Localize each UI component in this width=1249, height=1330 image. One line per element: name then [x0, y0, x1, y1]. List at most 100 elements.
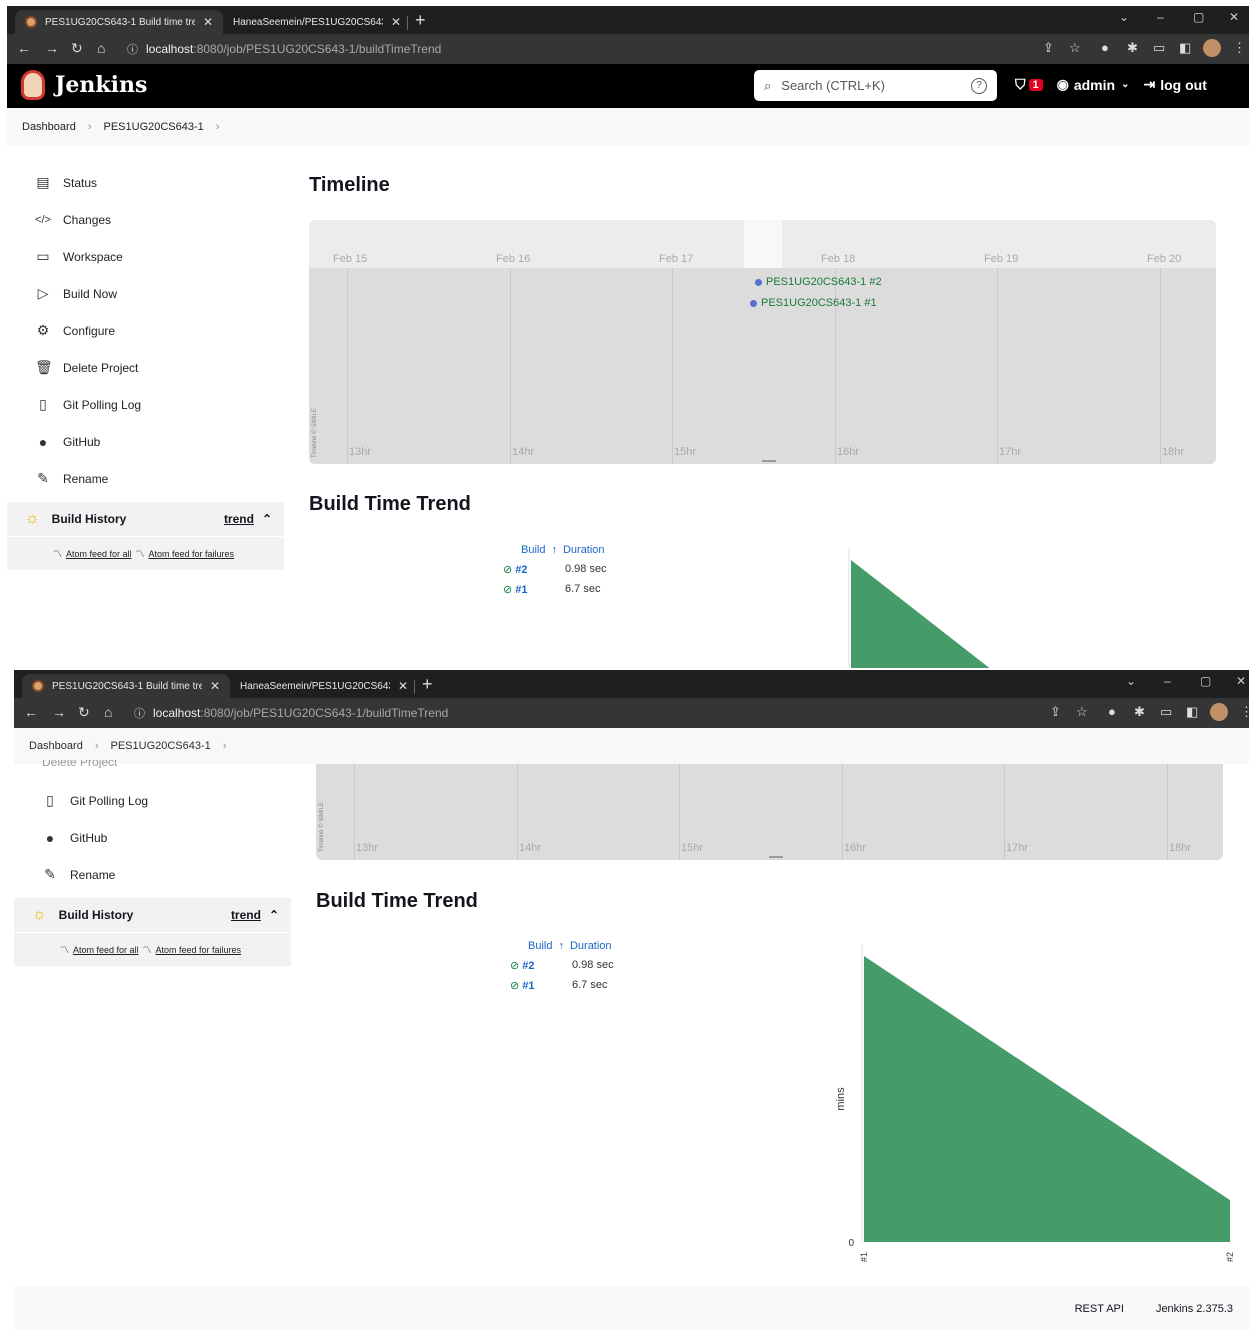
maximize-icon[interactable]: ▢	[1200, 674, 1211, 688]
sidebar-item-rename[interactable]: ✎ Rename	[7, 460, 284, 497]
duration-column-header[interactable]: Duration	[570, 940, 612, 952]
back-icon[interactable]: ←	[24, 704, 38, 720]
atom-feed-all-link[interactable]: Atom feed for all	[66, 549, 132, 559]
breadcrumb-job[interactable]: PES1UG20CS643-1	[111, 740, 211, 752]
bookmark-star-icon[interactable]: ☆	[1069, 40, 1081, 56]
puzzle-icon[interactable]: ✱	[1134, 704, 1145, 720]
build-column-header[interactable]: Build	[521, 544, 545, 556]
timeline-resize-handle[interactable]	[762, 460, 776, 462]
back-icon[interactable]: ←	[17, 40, 31, 56]
site-info-icon[interactable]: ⓘ	[127, 41, 138, 57]
trend-link[interactable]: trend	[224, 512, 254, 526]
close-window-icon[interactable]: ✕	[1236, 674, 1246, 688]
logout-link[interactable]: log out	[1160, 77, 1207, 93]
breadcrumb-dashboard[interactable]: Dashboard	[22, 121, 76, 133]
kebab-menu-icon[interactable]: ⋮	[1233, 40, 1246, 56]
forward-icon[interactable]: →	[52, 704, 66, 720]
sidepanel-icon[interactable]: ◧	[1186, 704, 1198, 720]
build-link[interactable]: #2	[515, 564, 527, 576]
home-icon[interactable]: ⌂	[104, 704, 112, 720]
new-tab-icon[interactable]: +	[422, 674, 433, 695]
close-window-icon[interactable]: ✕	[1229, 10, 1239, 24]
tab-search-icon[interactable]: ⌄	[1119, 10, 1129, 24]
profile-avatar[interactable]	[1203, 39, 1221, 57]
sidebar-item-github[interactable]: ● GitHub	[14, 819, 291, 856]
bookmark-star-icon[interactable]: ☆	[1076, 704, 1088, 720]
reload-icon[interactable]: ↻	[78, 704, 90, 721]
jenkins-version[interactable]: Jenkins 2.375.3	[1156, 1303, 1233, 1315]
sidebar-item-changes[interactable]: </> Changes	[7, 201, 284, 238]
extension-icon[interactable]: ●	[1101, 40, 1109, 55]
tab-build-time-trend[interactable]: PES1UG20CS643-1 Build time tre ✕	[15, 10, 224, 34]
sidebar-item-workspace[interactable]: ▭ Workspace	[7, 238, 284, 275]
sidebar-item-build-now[interactable]: ▷ Build Now	[7, 275, 284, 312]
chevron-right-icon[interactable]: ›	[223, 740, 227, 752]
close-tab-icon[interactable]: ✕	[391, 15, 401, 29]
maximize-icon[interactable]: ▢	[1193, 10, 1204, 24]
sidebar-item-github[interactable]: ● GitHub	[7, 423, 284, 460]
sidebar-item-status[interactable]: ▤ Status	[7, 164, 284, 201]
cast-icon[interactable]: ▭	[1160, 704, 1172, 720]
tab-search-icon[interactable]: ⌄	[1126, 674, 1136, 688]
chevron-up-icon[interactable]: ⌃	[269, 908, 279, 922]
status-icon: ▤	[36, 174, 50, 190]
sidebar-item-git-polling-log[interactable]: ▯ Git Polling Log	[14, 782, 291, 819]
share-icon[interactable]: ⇪	[1043, 40, 1054, 56]
trend-link[interactable]: trend	[231, 908, 261, 922]
rss-icon: 〽	[135, 549, 145, 559]
timeline-widget-partial[interactable]: 13hr 14hr 15hr 16hr 17hr 18hr Timeline ©…	[316, 764, 1223, 860]
user-menu[interactable]: admin	[1074, 77, 1115, 93]
build-column-header[interactable]: Build	[528, 940, 552, 952]
timeline-event-build-2[interactable]: PES1UG20CS643-1 #2	[755, 276, 882, 288]
minimize-icon[interactable]: –	[1157, 10, 1164, 24]
rest-api-link[interactable]: REST API	[1075, 1303, 1124, 1315]
duration-column-header[interactable]: Duration	[563, 544, 605, 556]
sidebar-item-configure[interactable]: ⚙ Configure	[7, 312, 284, 349]
tab-github[interactable]: HaneaSeemein/PES1UG20CS643 ✕	[230, 674, 418, 698]
share-icon[interactable]: ⇪	[1050, 704, 1061, 720]
build-link[interactable]: #2	[522, 960, 534, 972]
minimize-icon[interactable]: –	[1164, 674, 1171, 688]
tab-build-time-trend[interactable]: PES1UG20CS643-1 Build time tre ✕	[22, 674, 231, 698]
extension-icon[interactable]: ●	[1108, 704, 1116, 719]
timeline-widget[interactable]: Feb 15 Feb 16 Feb 17 Feb 18 Feb 19 Feb 2…	[309, 220, 1216, 464]
url-bar[interactable]: ⓘ localhost:8080/job/PES1UG20CS643-1/bui…	[119, 38, 1119, 60]
new-tab-icon[interactable]: +	[415, 10, 426, 31]
timeline-resize-handle[interactable]	[769, 856, 783, 858]
home-icon[interactable]: ⌂	[97, 40, 105, 56]
site-info-icon[interactable]: ⓘ	[134, 705, 145, 721]
help-icon[interactable]: ?	[971, 77, 987, 94]
chevron-up-icon[interactable]: ⌃	[262, 512, 272, 526]
cast-icon[interactable]: ▭	[1153, 40, 1165, 56]
atom-feed-failures-link[interactable]: Atom feed for failures	[149, 549, 235, 559]
profile-avatar[interactable]	[1210, 703, 1228, 721]
chevron-down-icon[interactable]: ⌄	[1121, 79, 1129, 90]
url-bar[interactable]: ⓘ localhost:8080/job/PES1UG20CS643-1/bui…	[126, 702, 1119, 724]
shield-icon[interactable]: ⛉	[1015, 76, 1026, 93]
search-box[interactable]: ⌕ Search (CTRL+K) ?	[754, 70, 997, 101]
build-link[interactable]: #1	[515, 584, 527, 596]
jenkins-logo[interactable]: Jenkins	[21, 70, 147, 100]
atom-feed-failures-link[interactable]: Atom feed for failures	[156, 945, 242, 955]
sidebar-item-delete-project[interactable]: 🗑 Delete Project	[7, 349, 284, 386]
sidebar-item-git-polling-log[interactable]: ▯ Git Polling Log	[7, 386, 284, 423]
forward-icon[interactable]: →	[45, 40, 59, 56]
close-tab-icon[interactable]: ✕	[203, 15, 213, 29]
sidebar-item-rename[interactable]: ✎ Rename	[14, 856, 291, 893]
reload-icon[interactable]: ↻	[71, 40, 83, 57]
puzzle-icon[interactable]: ✱	[1127, 40, 1138, 56]
folder-icon: ▭	[36, 248, 50, 264]
kebab-menu-icon[interactable]: ⋮	[1240, 704, 1249, 720]
security-badge[interactable]: 1	[1028, 78, 1043, 91]
breadcrumb-dashboard[interactable]: Dashboard	[29, 740, 83, 752]
sidepanel-icon[interactable]: ◧	[1179, 40, 1191, 56]
github-icon: ●	[45, 829, 55, 846]
close-tab-icon[interactable]: ✕	[398, 679, 408, 693]
build-link[interactable]: #1	[522, 980, 534, 992]
tab-github[interactable]: HaneaSeemein/PES1UG20CS643 ✕	[223, 10, 411, 34]
timeline-event-build-1[interactable]: PES1UG20CS643-1 #1	[750, 297, 877, 309]
close-tab-icon[interactable]: ✕	[210, 679, 220, 693]
chevron-right-icon[interactable]: ›	[216, 121, 220, 133]
breadcrumb-job[interactable]: PES1UG20CS643-1	[104, 121, 204, 133]
atom-feed-all-link[interactable]: Atom feed for all	[73, 945, 139, 955]
